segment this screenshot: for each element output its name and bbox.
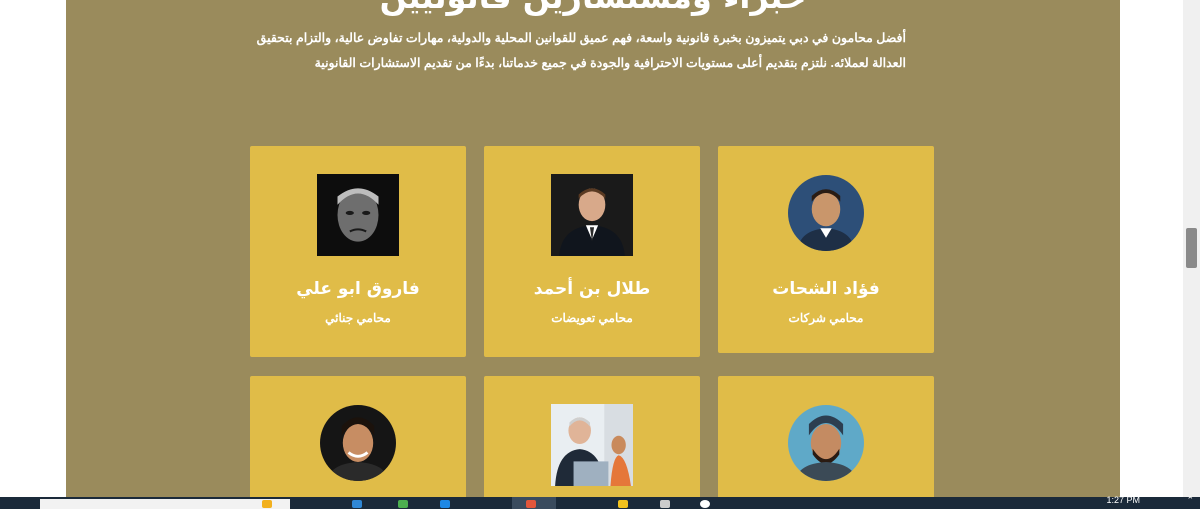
lawyer-photo <box>320 405 396 481</box>
taskbar-search-box[interactable] <box>40 499 290 509</box>
lawyer-photo <box>317 174 399 256</box>
lawyer-name: فؤاد الشحات <box>772 279 880 299</box>
lawyer-photo <box>788 405 864 481</box>
edge-icon[interactable] <box>440 500 450 508</box>
intro-text-line-2: العدالة لعملائه. نلتزم بتقديم أعلى مستوي… <box>314 56 906 70</box>
lawyer-card[interactable]: فاروق ابو علي محامي جنائي <box>250 146 466 357</box>
lawyer-card[interactable]: طلال بن أحمد محامي تعويضات <box>484 146 700 357</box>
vertical-scrollbar[interactable] <box>1183 0 1200 497</box>
lawyer-photo <box>551 404 633 486</box>
lawyer-role: محامي جنائي <box>325 311 391 325</box>
lawyer-card[interactable] <box>484 376 700 497</box>
mail-icon[interactable] <box>352 500 362 508</box>
chrome-icon[interactable] <box>526 500 536 508</box>
app-icon[interactable] <box>700 500 710 508</box>
lawyer-card[interactable] <box>718 376 934 497</box>
folder-icon[interactable] <box>618 500 628 508</box>
taskbar-clock[interactable]: 1:27 PM <box>1106 495 1140 505</box>
lawyer-name: طلال بن أحمد <box>533 279 651 299</box>
lawyer-photo <box>788 175 864 251</box>
taskbar: 1:27 PM ⌃ <box>0 495 1200 509</box>
lawyer-role: محامي تعويضات <box>551 311 633 325</box>
lawyer-photo <box>551 174 633 256</box>
lawyer-name: فاروق ابو علي <box>296 279 420 299</box>
lawyer-card[interactable] <box>250 376 466 497</box>
lawyer-card[interactable]: فؤاد الشحات محامي شركات <box>718 146 934 353</box>
lawyer-role: محامي شركات <box>788 311 864 325</box>
section-heading: خبراء ومستشارين قانونيين <box>66 0 1120 16</box>
store-icon[interactable] <box>398 500 408 508</box>
app-icon[interactable] <box>660 500 670 508</box>
file-explorer-icon[interactable] <box>262 500 272 508</box>
chevron-up-icon[interactable]: ⌃ <box>1186 496 1194 506</box>
intro-text-line-1: أفضل محامون في دبي يتميزون بخبرة قانونية… <box>256 31 906 45</box>
team-section: خبراء ومستشارين قانونيين أفضل محامون في … <box>66 0 1120 497</box>
scrollbar-thumb[interactable] <box>1186 228 1197 268</box>
